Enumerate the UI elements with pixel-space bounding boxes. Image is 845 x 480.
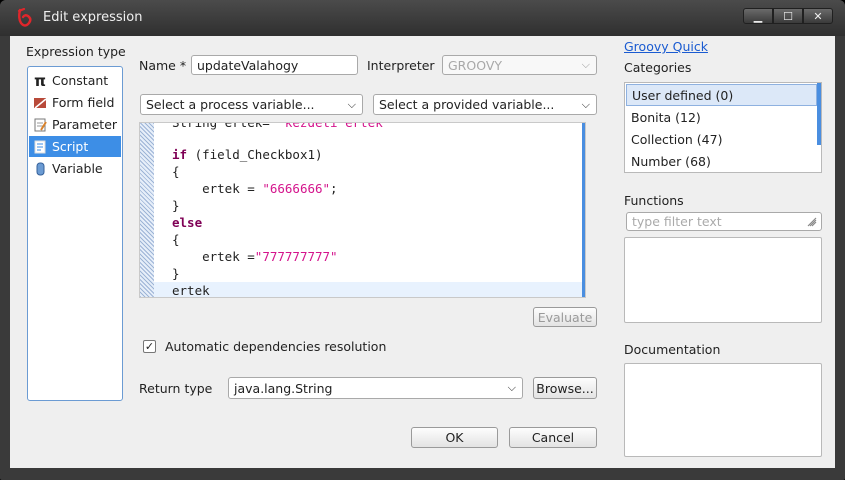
interpreter-label: Interpreter [367,58,435,73]
return-type-label: Return type [139,381,213,396]
functions-heading: Functions [624,193,684,208]
code-line: } [172,266,180,281]
code-line: } [172,198,180,213]
dialog-window: Edit expression ▁ ☐ ✕ Expression type π … [0,0,845,480]
minimize-icon[interactable]: ▁ [743,8,773,24]
function-filter-input[interactable]: type filter text [626,212,822,231]
interpreter-select[interactable]: GROOVY ⌵ [442,55,597,75]
type-item-variable[interactable]: Variable [29,158,121,179]
window-title: Edit expression [43,10,143,25]
chevron-down-icon: ⌵ [507,381,516,394]
code-line: String ertek= "kezdeti ertek" [172,122,391,130]
process-variable-select[interactable]: Select a process variable... ⌵ [140,94,363,115]
provided-variable-select[interactable]: Select a provided variable... ⌵ [373,94,597,115]
code-line: else [172,215,203,230]
code-line: { [172,232,180,247]
return-type-select[interactable]: java.lang.String ⌵ [228,377,523,399]
title-bar[interactable]: Edit expression ▁ ☐ ✕ [0,0,845,36]
code-line: ertek = "6666666"; [172,181,338,196]
current-line-highlight [154,282,584,297]
auto-dependencies-checkbox[interactable]: ✓ [143,340,156,353]
name-label: Name * [139,58,187,73]
groovy-quick-link[interactable]: Groovy Quick [624,39,708,54]
script-icon [31,140,49,154]
code-line: if (field_Checkbox1) [172,147,323,162]
clear-filter-icon[interactable] [806,216,818,228]
window-controls: ▁ ☐ ✕ [743,8,833,24]
evaluate-button[interactable]: Evaluate [533,307,597,327]
categories-list: User defined (0) Bonita (12) Collection … [624,82,822,173]
categories-heading: Categories [624,60,692,75]
close-icon[interactable]: ✕ [803,8,833,24]
script-editor[interactable]: String ertek= "kezdeti ertek" if (field_… [139,122,586,298]
categories-scrollbar[interactable] [817,83,821,145]
dialog-content: Expression type π Constant Form field Pa… [10,36,835,468]
category-item[interactable]: Number (68) [626,150,817,172]
browse-button[interactable]: Browse... [533,377,597,399]
code-line: { [172,164,180,179]
functions-list[interactable] [624,237,822,323]
type-item-constant[interactable]: π Constant [29,70,121,91]
variable-icon [31,162,49,176]
type-item-script[interactable]: Script [29,136,121,157]
auto-dependencies-label: Automatic dependencies resolution [165,339,387,354]
chevron-down-icon: ⌵ [347,97,356,111]
maximize-icon[interactable]: ☐ [773,8,803,24]
name-input[interactable]: updateValahogy [191,55,358,75]
code-line: ertek ="777777777" [172,249,338,264]
pi-icon: π [34,71,46,90]
ok-button[interactable]: OK [411,427,498,448]
cancel-button[interactable]: Cancel [509,427,597,448]
category-item[interactable]: User defined (0) [626,84,817,106]
category-item[interactable]: Collection (47) [626,128,817,150]
chevron-down-icon: ⌵ [581,58,590,71]
editor-scrollbar[interactable] [582,123,585,297]
chevron-down-icon: ⌵ [581,97,590,111]
code-line: ertek [172,283,210,298]
editor-gutter [140,123,154,297]
category-item[interactable]: Bonita (12) [626,106,817,128]
form-field-icon [31,96,49,110]
expression-type-heading: Expression type [26,44,126,59]
parameter-icon [31,118,49,132]
documentation-panel [624,363,822,457]
documentation-heading: Documentation [624,342,721,357]
expression-type-list: π Constant Form field Parameter Script V… [27,66,123,401]
bonita-logo-icon [17,8,32,27]
type-item-parameter[interactable]: Parameter [29,114,121,135]
type-item-form-field[interactable]: Form field [29,92,121,113]
